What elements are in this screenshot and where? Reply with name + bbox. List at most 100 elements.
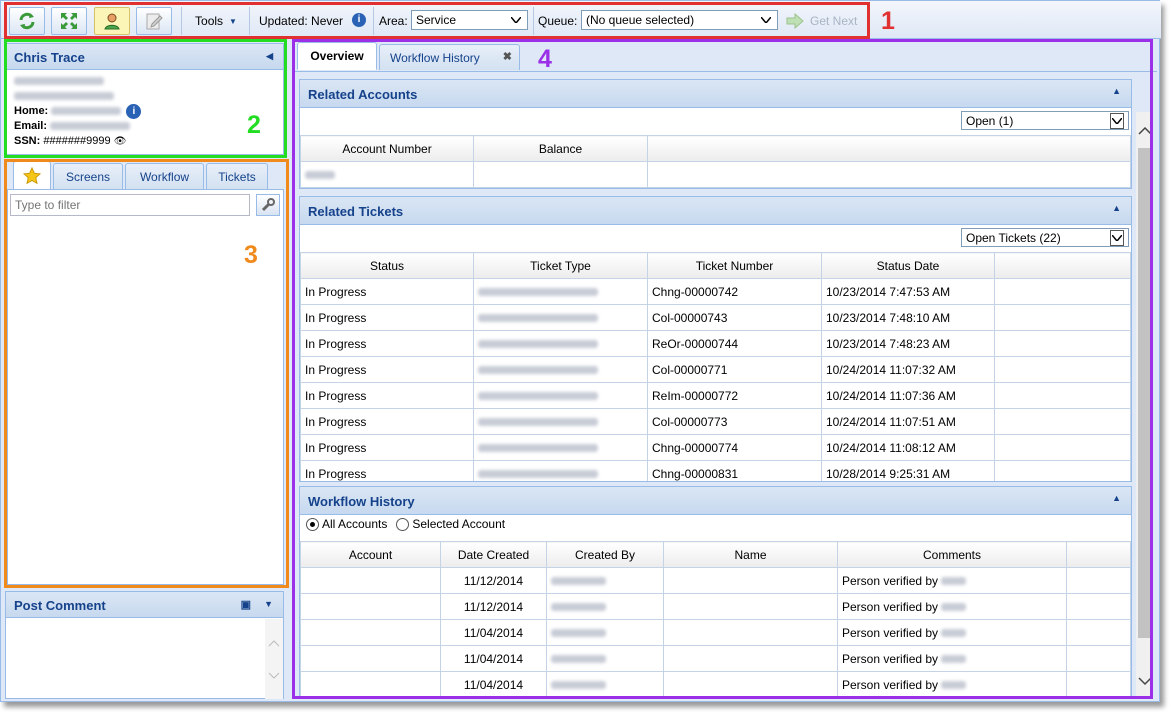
notes-button[interactable]: [136, 7, 172, 35]
annotation-label-2: 2: [247, 111, 261, 139]
column-header[interactable]: Status Date: [821, 252, 995, 279]
accounts-filter-select[interactable]: Open (1): [961, 111, 1129, 130]
table-row[interactable]: In Progress Col-00000743 10/23/2014 7:48:1…: [300, 304, 1131, 331]
table-row[interactable]: In Progress Col-00000771 10/24/2014 11:07:…: [300, 356, 1131, 383]
related-tickets-header: Related Tickets ▲: [300, 197, 1131, 225]
column-header[interactable]: Status: [300, 252, 474, 279]
ticket-number-cell: ReOr-00000744: [647, 330, 822, 357]
workflow-history-title: Workflow History: [308, 494, 415, 509]
date-created-cell: 11/04/2014: [440, 645, 547, 672]
column-header[interactable]: Created By: [546, 541, 664, 568]
column-header[interactable]: Date Created: [440, 541, 547, 568]
column-header[interactable]: Ticket Type: [473, 252, 648, 279]
get-next-button[interactable]: Get Next: [785, 7, 865, 35]
table-row[interactable]: In Progress Chng-00000831 10/28/2014 9:25:…: [300, 460, 1131, 481]
get-next-label: Get Next: [810, 14, 858, 28]
tab-tickets[interactable]: Tickets: [206, 163, 268, 189]
related-tickets-section: Related Tickets ▲ Open Tickets (22) Stat…: [299, 196, 1132, 482]
empty-cell: [994, 356, 1131, 383]
status-cell: In Progress: [300, 408, 474, 435]
radio-selected-account[interactable]: [396, 517, 410, 531]
eye-icon[interactable]: 👁: [114, 136, 127, 147]
table-row[interactable]: 11/04/2014 Person verified by: [300, 671, 1131, 698]
table-row[interactable]: 11/12/2014 Person verified by: [300, 593, 1131, 620]
date-created-cell: 11/12/2014: [440, 567, 547, 594]
column-header[interactable]: Account Number: [300, 135, 474, 162]
annotation-label-4: 4: [538, 45, 552, 73]
comment-scrollbar[interactable]: [265, 619, 283, 699]
account-cell: [300, 567, 441, 594]
table-row[interactable]: 11/04/2014 Person verified by: [300, 645, 1131, 672]
ticket-type-cell: [473, 278, 648, 305]
balance-cell: [473, 161, 648, 188]
queue-select[interactable]: (No queue selected): [581, 10, 778, 30]
filter-settings-button[interactable]: [256, 194, 280, 216]
collapse-left-icon[interactable]: ◀: [266, 51, 273, 62]
overview-scrollbar[interactable]: [1136, 112, 1153, 699]
table-row[interactable]: In Progress ReOr-00000744 10/23/2014 7:48:…: [300, 330, 1131, 357]
table-row[interactable]: In Progress Chng-00000742 10/23/2014 7:47:…: [300, 278, 1131, 305]
queue-label: Queue:: [538, 14, 578, 28]
filter-input[interactable]: [10, 194, 250, 216]
empty-cell: [994, 330, 1131, 357]
column-header[interactable]: Account: [300, 541, 441, 568]
table-row[interactable]: [300, 161, 1131, 188]
radio-all-accounts-label: All Accounts: [322, 517, 388, 531]
tickets-filter-select[interactable]: Open Tickets (22): [961, 228, 1129, 247]
collapse-up-icon[interactable]: ▲: [1112, 86, 1121, 96]
status-date-cell: 10/23/2014 7:47:53 AM: [821, 278, 995, 305]
ticket-type-cell: [473, 330, 648, 357]
ssn-value: #######9999: [43, 135, 111, 147]
customer-home: Home: i: [14, 104, 275, 119]
name-cell: [663, 671, 838, 698]
comments-cell: Person verified by: [837, 645, 1067, 672]
table-row[interactable]: In Progress ReIm-00000772 10/24/2014 11:07…: [300, 382, 1131, 409]
column-header[interactable]: Balance: [473, 135, 648, 162]
fullscreen-button[interactable]: [51, 7, 87, 35]
table-row[interactable]: In Progress Chng-00000774 10/24/2014 11:08…: [300, 434, 1131, 461]
table-row[interactable]: 11/12/2014 Person verified by: [300, 567, 1131, 594]
comment-text: Person verified by: [842, 651, 939, 666]
star-icon: [23, 166, 41, 184]
info-icon[interactable]: i: [352, 13, 366, 27]
date-created-cell: 11/12/2014: [440, 593, 547, 620]
workflow-history-header: Workflow History ▲: [300, 487, 1131, 515]
save-icon[interactable]: ▣: [241, 598, 251, 611]
refresh-button[interactable]: [9, 7, 45, 35]
tools-menu-button[interactable]: Tools ▼: [185, 7, 247, 35]
tab-workflow[interactable]: Workflow: [125, 163, 204, 189]
radio-all-accounts[interactable]: [306, 517, 319, 531]
status-cell: In Progress: [300, 382, 474, 409]
tab-favorites[interactable]: [13, 161, 51, 189]
customer-button[interactable]: [94, 7, 130, 35]
column-header[interactable]: Comments: [837, 541, 1067, 568]
related-accounts-section: Related Accounts ▲ Open (1) Account Numb…: [299, 79, 1132, 189]
tab-overview[interactable]: Overview: [297, 42, 377, 70]
name-cell: [663, 645, 838, 672]
account-number-cell: [300, 161, 474, 188]
tab-screens[interactable]: Screens: [53, 163, 123, 189]
area-select[interactable]: Service: [411, 10, 528, 30]
tab-workflow-history-label: Workflow History: [390, 50, 480, 65]
wrench-icon: [261, 198, 275, 212]
ticket-number-cell: Col-00000773: [647, 408, 822, 435]
table-row[interactable]: 11/04/2014 Person verified by: [300, 619, 1131, 646]
status-date-cell: 10/23/2014 7:48:10 AM: [821, 304, 995, 331]
close-icon[interactable]: ✖: [503, 50, 512, 63]
empty-cell: [994, 304, 1131, 331]
customer-panel: Chris Trace ◀ Home: i Email: SSN: ######…: [5, 43, 284, 155]
collapse-up-icon[interactable]: ▲: [1112, 493, 1121, 503]
chevron-down-icon: [1110, 229, 1124, 246]
column-header[interactable]: Ticket Number: [647, 252, 822, 279]
tab-workflow-history[interactable]: Workflow History ✖: [379, 44, 520, 70]
column-header[interactable]: Name: [663, 541, 838, 568]
chevron-down-icon[interactable]: ▼: [264, 599, 273, 609]
scroll-arrows-icon: [1138, 126, 1152, 686]
info-icon[interactable]: i: [126, 104, 142, 119]
name-cell: [663, 619, 838, 646]
related-tickets-title: Related Tickets: [308, 204, 404, 219]
empty-cell: [994, 382, 1131, 409]
annotation-label-3: 3: [244, 241, 258, 269]
collapse-up-icon[interactable]: ▲: [1112, 203, 1121, 213]
table-row[interactable]: In Progress Col-00000773 10/24/2014 11:07:…: [300, 408, 1131, 435]
